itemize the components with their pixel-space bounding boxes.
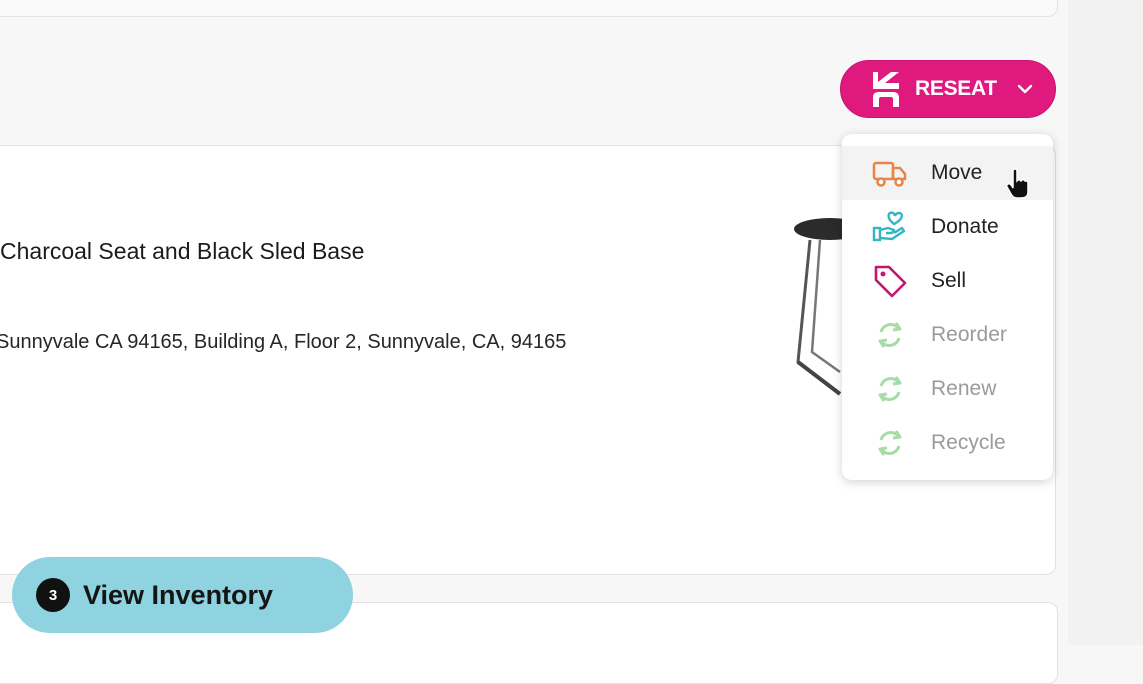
- menu-item-recycle[interactable]: Recycle: [842, 416, 1053, 470]
- menu-item-label: Sell: [931, 269, 967, 292]
- menu-item-sell[interactable]: Sell: [842, 254, 1053, 308]
- menu-item-label: Move: [931, 161, 983, 184]
- menu-item-donate[interactable]: Donate: [842, 200, 1053, 254]
- menu-item-label: Renew: [931, 377, 997, 400]
- refresh-icon: [878, 376, 902, 402]
- previous-item-card: [0, 0, 1058, 17]
- menu-item-label: Donate: [931, 215, 999, 238]
- truck-icon: [872, 161, 907, 187]
- menu-item-reorder[interactable]: Reorder: [842, 308, 1053, 362]
- heart-hand-icon: [872, 211, 906, 242]
- menu-item-renew[interactable]: Renew: [842, 362, 1053, 416]
- reseat-button-label: RESEAT: [915, 77, 997, 100]
- reseat-logo-icon: [873, 72, 899, 107]
- item-title: Charcoal Seat and Black Sled Base: [0, 238, 365, 264]
- hand-cursor-icon: [1005, 168, 1029, 199]
- menu-item-label: Reorder: [931, 323, 1007, 346]
- tag-icon: [874, 265, 907, 298]
- page-scroll-gutter: [1068, 0, 1143, 645]
- stool-product-image: [794, 218, 845, 396]
- view-inventory-label: View Inventory: [83, 579, 274, 610]
- item-address: Sunnyvale CA 94165, Building A, Floor 2,…: [0, 331, 567, 353]
- view-inventory-button[interactable]: 3 View Inventory: [12, 557, 353, 633]
- refresh-icon: [878, 322, 902, 348]
- reseat-menu-button[interactable]: RESEAT: [840, 60, 1056, 118]
- menu-item-label: Recycle: [931, 431, 1006, 454]
- refresh-icon: [878, 430, 902, 456]
- step-number-badge: 3: [36, 578, 70, 612]
- chevron-down-icon: [1017, 84, 1033, 94]
